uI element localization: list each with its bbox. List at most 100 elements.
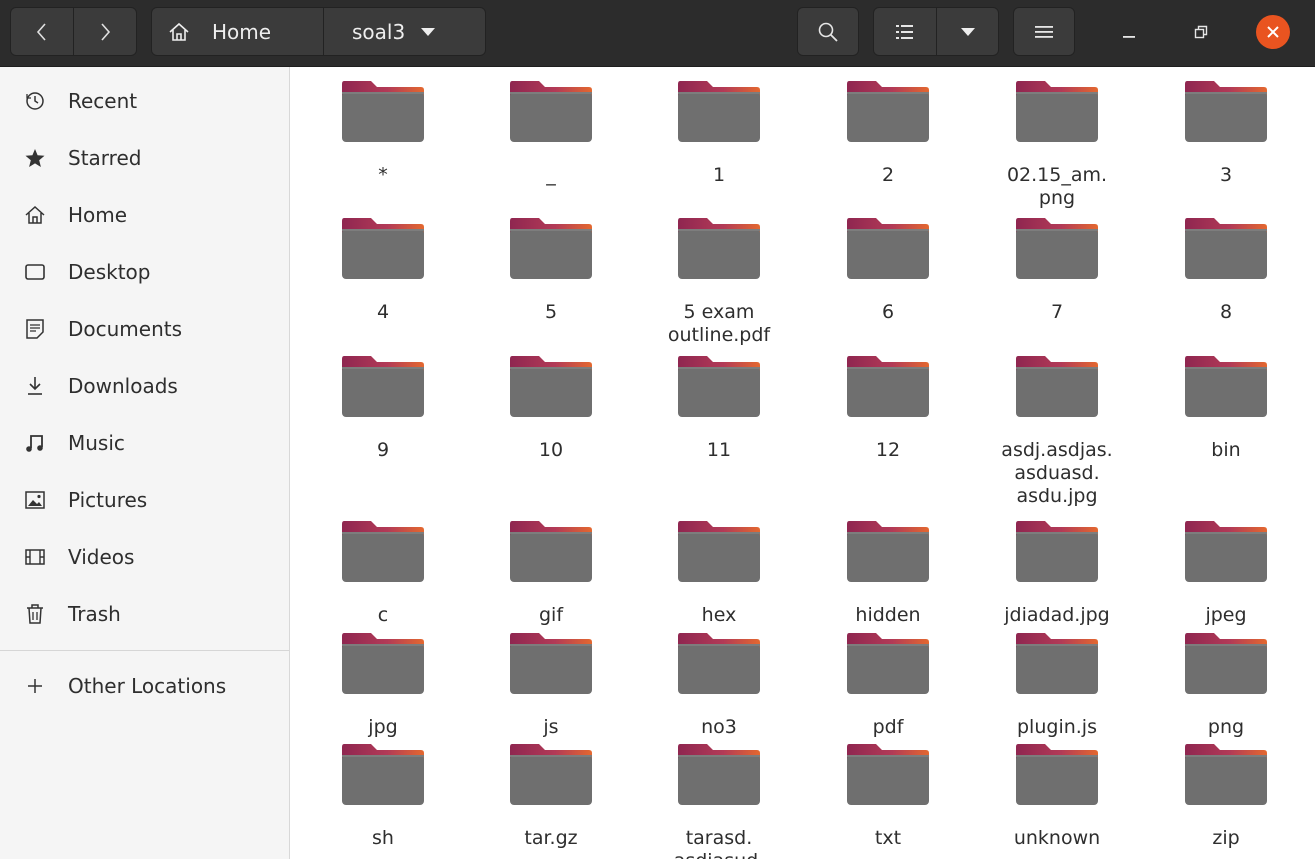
- minimize-button[interactable]: [1109, 12, 1149, 52]
- hamburger-icon: [1035, 25, 1053, 38]
- file-grid: * _ 1 2 02.15_am. png 3 4 5 5 exam outline.pdf 6 7…: [291, 67, 1315, 859]
- restore-button[interactable]: [1181, 12, 1221, 52]
- header-bar: Home soal3: [0, 0, 1315, 67]
- sidebar-item-label: Other Locations: [68, 674, 227, 698]
- clock-icon: [22, 88, 48, 114]
- folder-icon: [1015, 742, 1099, 806]
- sidebar-item-recent[interactable]: Recent: [0, 76, 289, 126]
- folder-icon: [341, 631, 425, 695]
- file-name: unknown: [1013, 827, 1101, 849]
- sidebar-item-documents[interactable]: Documents: [0, 304, 289, 354]
- star-icon: [22, 145, 48, 171]
- video-icon: [22, 544, 48, 570]
- folder-icon: [1015, 354, 1099, 418]
- file-name: plugin.js: [1017, 716, 1097, 738]
- menu-button[interactable]: [1013, 7, 1075, 56]
- sidebar-item-starred[interactable]: Starred: [0, 133, 289, 183]
- sidebar-item-label: Documents: [68, 317, 183, 341]
- sidebar-separator: [0, 650, 289, 651]
- trash-icon: [22, 601, 48, 627]
- file-name: 8: [1219, 301, 1233, 323]
- sidebar-item-desktop[interactable]: Desktop: [0, 247, 289, 297]
- sidebar-item-home[interactable]: Home: [0, 190, 289, 240]
- sidebar-item-downloads[interactable]: Downloads: [0, 361, 289, 411]
- file-name: 9: [376, 439, 390, 461]
- restore-icon: [1194, 25, 1208, 39]
- folder-icon: [1015, 631, 1099, 695]
- sidebar-item-label: Home: [68, 203, 128, 227]
- file-name: jdiadad.jpg: [1004, 604, 1110, 626]
- music-icon: [22, 430, 48, 456]
- file-name: jpeg: [1205, 604, 1247, 626]
- file-name: 11: [706, 439, 732, 461]
- file-name: pdf: [872, 716, 904, 738]
- breadcrumb-current[interactable]: soal3: [323, 7, 486, 56]
- sidebar-item-trash[interactable]: Trash: [0, 589, 289, 639]
- file-name: 6: [881, 301, 895, 323]
- file-name: 4: [376, 301, 390, 323]
- sidebar-item-label: Recent: [68, 89, 138, 113]
- file-name: 10: [538, 439, 564, 461]
- sidebar-item-label: Music: [68, 431, 125, 455]
- sidebar-item-music[interactable]: Music: [0, 418, 289, 468]
- folder-icon: [1184, 354, 1268, 418]
- sidebar-item-videos[interactable]: Videos: [0, 532, 289, 582]
- caret-down-icon: [421, 27, 436, 36]
- file-name: 12: [875, 439, 901, 461]
- folder-icon: [677, 79, 761, 143]
- file-name: 3: [1219, 164, 1233, 186]
- folder-icon: [509, 631, 593, 695]
- sidebar-item-pictures[interactable]: Pictures: [0, 475, 289, 525]
- folder-icon: [1184, 742, 1268, 806]
- search-icon: [818, 22, 838, 42]
- home-icon: [22, 202, 48, 228]
- folder-icon: [509, 79, 593, 143]
- close-button[interactable]: [1253, 12, 1293, 52]
- file-name: hex: [701, 604, 737, 626]
- desktop-icon: [22, 259, 48, 285]
- file-name: c: [377, 604, 389, 626]
- minimize-icon: [1123, 36, 1135, 38]
- file-name: txt: [874, 827, 902, 849]
- sidebar-item-label: Starred: [68, 146, 142, 170]
- file-name: png: [1207, 716, 1245, 738]
- folder-icon: [846, 216, 930, 280]
- file-name: hidden: [855, 604, 921, 626]
- folder-icon: [1184, 216, 1268, 280]
- view-options-button[interactable]: [936, 7, 999, 56]
- file-name: 5: [544, 301, 558, 323]
- back-button[interactable]: [10, 7, 74, 56]
- folder-icon: [677, 742, 761, 806]
- document-icon: [22, 316, 48, 342]
- folder-icon: [677, 216, 761, 280]
- chevron-right-icon: [101, 22, 111, 41]
- file-name: 7: [1050, 301, 1064, 323]
- folder-icon: [677, 519, 761, 583]
- folder-icon: [509, 519, 593, 583]
- sidebar-item-label: Downloads: [68, 374, 178, 398]
- folder-icon: [1184, 631, 1268, 695]
- file-name: js: [543, 716, 559, 738]
- file-name: *: [378, 164, 388, 186]
- file-name: asdj.asdjas. asduasd. asdu.jpg: [1001, 439, 1113, 507]
- breadcrumb-home[interactable]: Home: [151, 7, 324, 56]
- sidebar: Recent Starred Home Desktop Documents Do…: [0, 67, 290, 859]
- folder-icon: [846, 519, 930, 583]
- folder-icon: [846, 354, 930, 418]
- sidebar-item-label: Videos: [68, 545, 135, 569]
- home-icon: [169, 22, 189, 41]
- sidebar-item-label: Desktop: [68, 260, 151, 284]
- download-icon: [22, 373, 48, 399]
- folder-icon: [677, 354, 761, 418]
- forward-button[interactable]: [73, 7, 137, 56]
- breadcrumb-home-label: Home: [212, 19, 272, 44]
- search-button[interactable]: [797, 7, 859, 56]
- file-name: 5 exam outline.pdf: [667, 301, 771, 346]
- list-view-button[interactable]: [873, 7, 937, 56]
- folder-icon: [846, 631, 930, 695]
- sidebar-item-other-locations[interactable]: Other Locations: [0, 661, 289, 711]
- list-view-icon: [896, 24, 913, 39]
- file-name: bin: [1211, 439, 1241, 461]
- folder-icon: [1015, 519, 1099, 583]
- folder-icon: [846, 742, 930, 806]
